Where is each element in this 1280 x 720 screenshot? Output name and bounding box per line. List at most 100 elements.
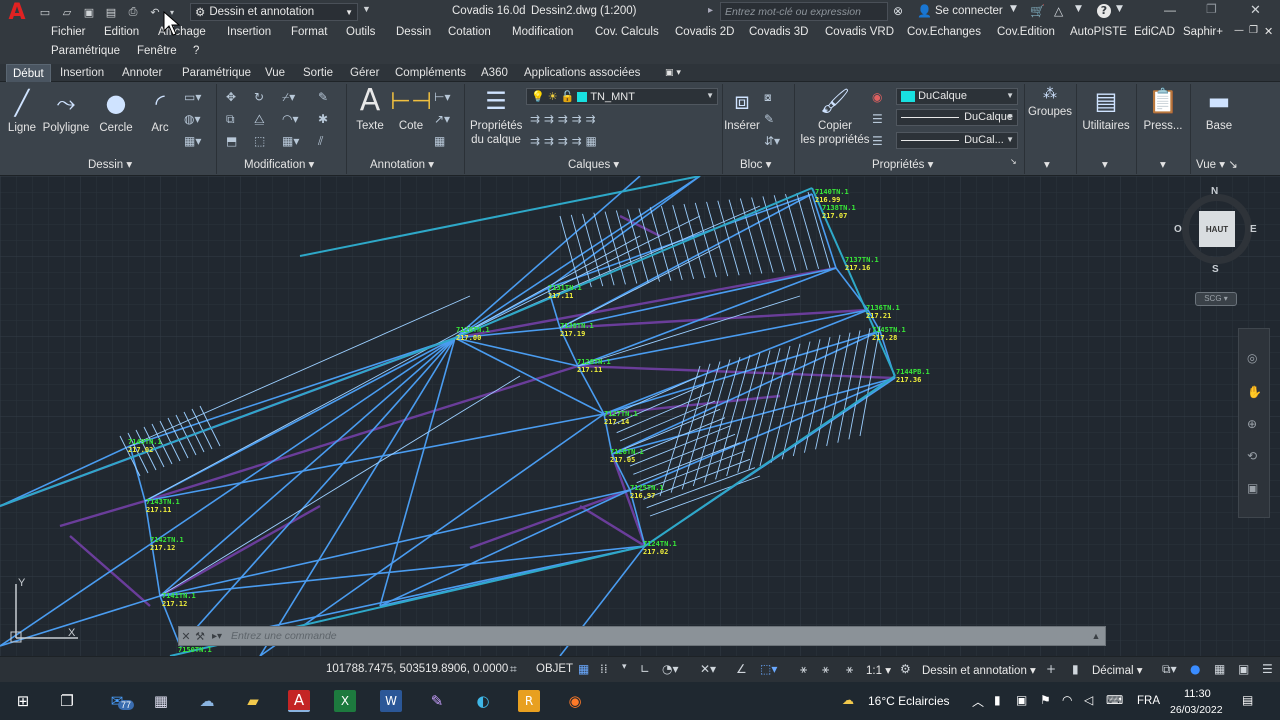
quick-access-more-icon[interactable]: ▼ bbox=[362, 4, 371, 14]
tab-applications-associees[interactable]: Applications associées bbox=[524, 64, 640, 82]
ucs-dropdown[interactable]: SCG ▾ bbox=[1195, 292, 1237, 306]
texte-button[interactable]: A Texte bbox=[354, 86, 386, 133]
close-icon[interactable]: ✕ bbox=[179, 630, 193, 643]
create-block-icon[interactable]: ⧇ bbox=[764, 90, 772, 105]
doc-close-icon[interactable]: ✕ bbox=[1264, 25, 1273, 38]
linetype-icon[interactable]: ☰ bbox=[872, 112, 883, 126]
paint-icon[interactable]: ✎ bbox=[426, 690, 448, 712]
tab-vue[interactable]: Vue bbox=[265, 64, 285, 82]
clean-screen-icon[interactable]: ▣ bbox=[1238, 662, 1249, 676]
color-select[interactable]: DuCalque ▼ bbox=[896, 88, 1018, 105]
user-icon[interactable]: 👤 bbox=[917, 4, 932, 18]
block-attribute-icon[interactable]: ⇵▾ bbox=[764, 134, 780, 148]
excel-icon[interactable]: X bbox=[334, 690, 356, 712]
plus-icon[interactable]: + bbox=[1046, 662, 1056, 676]
color-wheel-icon[interactable]: ◉ bbox=[872, 90, 882, 104]
snap-dropdown-icon[interactable]: ▾ bbox=[622, 662, 627, 672]
gradient-icon[interactable]: ▦▾ bbox=[184, 134, 201, 148]
menu-cov-edition[interactable]: Cov.Edition bbox=[997, 26, 1055, 38]
help-dropdown-icon[interactable]: ▼ bbox=[1116, 4, 1123, 14]
cart-icon[interactable]: 🛒 bbox=[1030, 4, 1045, 18]
copy-icon[interactable]: ⧉ bbox=[226, 112, 235, 127]
lineweight-select[interactable]: DuCal... ▼ bbox=[896, 132, 1018, 149]
doc-minimize-icon[interactable]: — bbox=[1234, 25, 1244, 36]
r-app-icon[interactable]: R bbox=[518, 690, 540, 712]
array-icon[interactable]: ▦▾ bbox=[282, 134, 299, 148]
polar-icon[interactable]: ◔▾ bbox=[662, 662, 679, 676]
autodesk-a360-icon[interactable]: △ bbox=[1054, 4, 1063, 18]
tab-parametrique[interactable]: Paramétrique bbox=[182, 64, 251, 82]
command-input[interactable]: Entrez une commande bbox=[227, 630, 1087, 642]
edge-icon[interactable]: ◐ bbox=[472, 690, 494, 712]
search-expand-icon[interactable]: ▸ bbox=[708, 5, 713, 16]
tab-gerer[interactable]: Gérer bbox=[350, 64, 379, 82]
menu-cov-calculs[interactable]: Cov. Calculs bbox=[595, 26, 659, 38]
clock-time[interactable]: 11:30 bbox=[1184, 688, 1211, 700]
erase-icon[interactable]: ✎ bbox=[318, 90, 328, 104]
keyboard-icon[interactable]: ⌨ bbox=[1106, 693, 1123, 707]
binoculars-icon[interactable]: ⊗ bbox=[893, 4, 903, 18]
fillet-icon[interactable]: ◠▾ bbox=[282, 112, 299, 126]
gear-icon[interactable]: ⚙ bbox=[900, 662, 911, 676]
doc-restore-icon[interactable]: ❐ bbox=[1249, 25, 1258, 36]
menu-covadis-vrd[interactable]: Covadis VRD bbox=[825, 26, 894, 38]
annotation-visibility-icon[interactable]: ⚹ bbox=[800, 662, 807, 677]
weather-text[interactable]: 16°C Eclaircies bbox=[868, 694, 950, 708]
windows-start-icon[interactable]: ⊞ bbox=[12, 690, 34, 712]
panel-annotation-title[interactable]: Annotation ▾ bbox=[370, 157, 434, 171]
base-button[interactable]: ▬ Base bbox=[1198, 86, 1240, 133]
menu-covadis-2d[interactable]: Covadis 2D bbox=[675, 26, 734, 38]
annotation-scale-icon[interactable]: ⚹ bbox=[846, 662, 853, 677]
showmotion-icon[interactable]: ▣ bbox=[1247, 481, 1258, 495]
panel-dessin-title[interactable]: Dessin ▾ bbox=[88, 157, 132, 171]
dynamic-input-icon[interactable]: ⌗ bbox=[510, 662, 517, 677]
clock-date[interactable]: 26/03/2022 bbox=[1170, 704, 1223, 716]
microphone-icon[interactable]: ▮ bbox=[994, 693, 1001, 707]
menu-saphir[interactable]: Saphir+ bbox=[1183, 26, 1223, 38]
arc-button[interactable]: ◜ Arc bbox=[146, 88, 174, 135]
navigation-bar[interactable]: ◎ ✋ ⊕ ⟲ ▣ bbox=[1238, 328, 1270, 518]
table-icon[interactable]: ▦ bbox=[434, 134, 445, 148]
command-line[interactable]: ✕ ⚒ ▸▾ Entrez une commande ▲ bbox=[178, 626, 1106, 646]
calculator-icon[interactable]: ▦ bbox=[150, 690, 172, 712]
quick-properties-icon[interactable]: ⧉▾ bbox=[1162, 662, 1177, 677]
linetype-select[interactable]: DuCalque ▼ bbox=[896, 109, 1018, 126]
word-icon[interactable]: W bbox=[380, 690, 402, 712]
viewcube-south[interactable]: S bbox=[1212, 264, 1219, 275]
layer-properties-button[interactable]: ☰ Propriétés du calque bbox=[470, 86, 522, 147]
menu-edition[interactable]: Edition bbox=[104, 26, 139, 38]
cercle-button[interactable]: ● Cercle bbox=[98, 88, 134, 135]
grid-icon[interactable]: ▦ bbox=[578, 662, 589, 676]
drawing-canvas[interactable]: 7140TN.1 216.99 7138TN.1 217.07 7137TN.1 217.… bbox=[0, 176, 1280, 656]
notifications-icon[interactable]: ▤ bbox=[1242, 693, 1253, 707]
offset-icon[interactable]: ⫽ bbox=[318, 134, 323, 149]
orbit-icon[interactable]: ⟲ bbox=[1247, 449, 1257, 463]
layer-select[interactable]: 💡 ☀ 🔓 TN_MNT ▼ bbox=[526, 88, 718, 105]
pan-icon[interactable]: ✋ bbox=[1247, 385, 1262, 399]
a360-dropdown-icon[interactable]: ▼ bbox=[1075, 4, 1082, 14]
panel-calques-title[interactable]: Calques ▾ bbox=[568, 157, 619, 171]
polyligne-button[interactable]: ⤳ Polyligne bbox=[42, 88, 90, 135]
zoom-icon[interactable]: ⊕ bbox=[1247, 417, 1257, 431]
menu-autopiste[interactable]: AutoPISTE bbox=[1070, 26, 1127, 38]
firefox-icon[interactable]: ◉ bbox=[564, 690, 586, 712]
menu-help[interactable]: ? bbox=[193, 45, 199, 57]
new-file-icon[interactable]: ▭ bbox=[36, 4, 54, 20]
groupes-expand-icon[interactable]: ▾ bbox=[1044, 157, 1050, 171]
rotate-icon[interactable]: ↻ bbox=[254, 90, 264, 104]
wifi-icon[interactable]: ◠ bbox=[1062, 693, 1072, 707]
autocad-logo-icon[interactable]: A bbox=[0, 0, 34, 25]
signin-dropdown-icon[interactable]: ▼ bbox=[1010, 4, 1017, 14]
panel-vue-title[interactable]: Vue ▾ ↘ bbox=[1196, 157, 1238, 171]
tab-a360[interactable]: A360 bbox=[481, 64, 508, 82]
stretch-icon[interactable]: ⬒ bbox=[226, 134, 237, 148]
leader-icon[interactable]: ↗▾ bbox=[434, 112, 450, 126]
sign-in-button[interactable]: Se connecter bbox=[935, 5, 1003, 17]
hatch-icon[interactable]: ◍▾ bbox=[184, 112, 201, 126]
edit-block-icon[interactable]: ✎ bbox=[764, 112, 774, 126]
lineweight-icon[interactable]: ☰ bbox=[872, 134, 883, 148]
object-snap-icon[interactable]: ⬚▾ bbox=[760, 662, 777, 676]
rectangle-icon[interactable]: ▭▾ bbox=[184, 90, 201, 104]
tin-drawing[interactable] bbox=[0, 176, 1280, 656]
units-select[interactable]: Décimal ▾ bbox=[1092, 663, 1143, 677]
